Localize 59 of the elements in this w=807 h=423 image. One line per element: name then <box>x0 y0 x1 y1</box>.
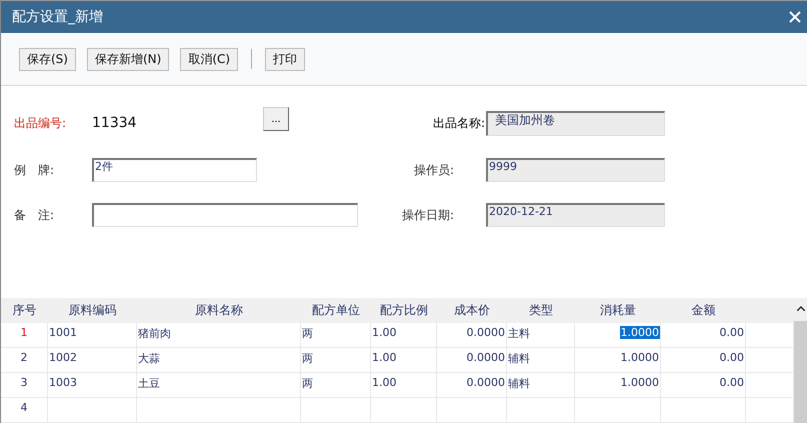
browse-button[interactable]: ... <box>263 107 289 131</box>
window-title: 配方设置_新增 <box>12 8 103 26</box>
table-cell: 0.0000 <box>466 351 506 364</box>
column-header[interactable]: 序号 <box>1 298 48 323</box>
row-number: 1 <box>20 326 28 339</box>
field-label: 出品名称: <box>432 114 485 132</box>
input-field[interactable]: 2件 <box>92 158 257 182</box>
table-cell: 0.0000 <box>466 326 506 339</box>
table-cell: 1.0000 <box>620 376 660 389</box>
input-field[interactable]: 美国加州卷 <box>486 110 665 136</box>
field-label: 操作日期: <box>401 206 454 224</box>
table-cell: 辅料 <box>507 377 531 390</box>
field-label: 例 牌: <box>13 162 56 178</box>
column-header[interactable]: 原料编码 <box>48 298 137 323</box>
scrollbar[interactable] <box>794 298 807 423</box>
column-header[interactable]: 金额 <box>661 298 746 323</box>
table-cell: 0.00 <box>718 326 745 339</box>
row-number: 2 <box>20 351 28 364</box>
table-cell: 两 <box>301 377 314 390</box>
table-cell: 1001 <box>48 326 78 339</box>
scroll-up-icon[interactable] <box>796 306 804 311</box>
toolbar-button[interactable]: 取消(C) <box>180 48 238 71</box>
table-cell: 大蒜 <box>137 352 161 365</box>
row-number: 3 <box>20 376 28 389</box>
field-label: 备 注: <box>13 206 56 224</box>
table-cell: 两 <box>301 327 314 340</box>
toolbar-button[interactable]: 保存新增(N) <box>86 48 170 71</box>
product-code: 11334 <box>92 115 138 131</box>
input-field[interactable] <box>92 203 358 227</box>
table-cell: 1003 <box>48 376 78 389</box>
table-cell: 1.0000 <box>620 351 660 364</box>
column-header[interactable]: 原料名称 <box>137 298 301 323</box>
table-cell: 辅料 <box>507 352 531 365</box>
field-label: 出品编号: <box>13 114 68 132</box>
table-cell: 猪前肉 <box>137 327 172 340</box>
input-field[interactable]: 9999 <box>486 158 665 182</box>
table-cell: 0.0000 <box>466 376 506 389</box>
column-header[interactable]: 配方比例 <box>371 298 437 323</box>
table-cell: 1.00 <box>371 376 398 389</box>
table-cell: 土豆 <box>137 377 161 390</box>
table-cell: 1002 <box>48 351 78 364</box>
scroll-thumb[interactable] <box>794 321 807 423</box>
table-cell: 0.00 <box>718 351 745 364</box>
table-cell: 1.00 <box>371 351 398 364</box>
table-cell: 1.0000 <box>620 326 660 339</box>
table-cell: 0.00 <box>718 376 745 389</box>
column-header[interactable]: 配方单位 <box>301 298 371 323</box>
column-header[interactable]: 成本价 <box>437 298 507 323</box>
toolbar-button[interactable]: 保存(S) <box>19 48 76 71</box>
column-header[interactable]: 类型 <box>507 298 575 323</box>
toolbar-button[interactable]: 打印 <box>265 48 306 71</box>
row-number: 4 <box>20 401 28 414</box>
table-cell: 主料 <box>507 327 531 340</box>
field-label: 操作员: <box>412 162 454 178</box>
table-cell: 两 <box>301 352 314 365</box>
input-field[interactable]: 2020-12-21 <box>486 203 665 227</box>
column-header[interactable]: 消耗量 <box>575 298 661 323</box>
close-icon[interactable] <box>789 10 801 23</box>
table-cell: 1.00 <box>371 326 398 339</box>
